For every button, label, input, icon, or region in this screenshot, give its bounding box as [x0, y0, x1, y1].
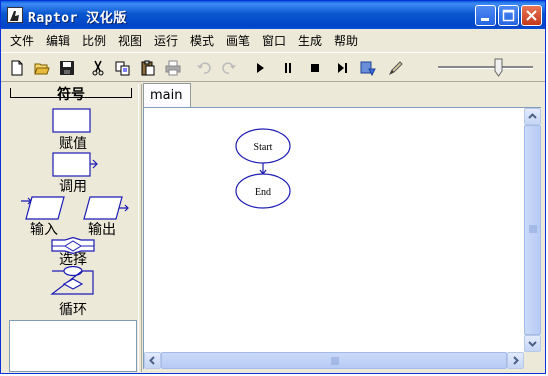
- redo-icon: [222, 62, 236, 74]
- minimize-icon: [481, 18, 489, 21]
- horizontal-scroll-thumb[interactable]: [161, 352, 507, 369]
- output-label: 输出: [88, 222, 116, 238]
- raptor-window: Raptor 汉化版 文件 编辑 比例 视图 运行 模式 画笔 窗口 生成 帮助: [0, 0, 546, 374]
- end-node[interactable]: End: [235, 173, 291, 209]
- vertical-scroll-thumb[interactable]: [524, 125, 541, 335]
- scroll-right-button[interactable]: [507, 352, 524, 369]
- menu-view[interactable]: 视图: [118, 32, 142, 49]
- menu-run[interactable]: 运行: [154, 32, 178, 49]
- chevron-down-icon: [528, 341, 537, 347]
- assignment-symbol[interactable]: [52, 108, 92, 134]
- loop-symbol[interactable]: [50, 266, 96, 298]
- paste-icon: [141, 60, 155, 76]
- cut-icon: [92, 60, 104, 76]
- horizontal-scrollbar[interactable]: [144, 352, 524, 369]
- tab-main[interactable]: main: [143, 83, 191, 107]
- menu-bar: 文件 编辑 比例 视图 运行 模式 画笔 窗口 生成 帮助: [1, 30, 545, 50]
- loop-label: 循环: [59, 302, 87, 318]
- panel-divider[interactable]: [138, 84, 142, 372]
- new-button[interactable]: [6, 57, 28, 79]
- symbols-panel: 符号 赋值 调用 输入 输出 选择 循环: [4, 84, 138, 372]
- menu-generate[interactable]: 生成: [298, 32, 322, 49]
- open-icon: [34, 63, 50, 75]
- maximize-icon: [502, 9, 515, 22]
- copy-icon: [115, 61, 130, 76]
- undo-button[interactable]: [193, 57, 215, 79]
- stop-icon: [311, 64, 319, 72]
- save-button[interactable]: [56, 57, 78, 79]
- scroll-left-button[interactable]: [144, 352, 161, 369]
- cut-button[interactable]: [87, 57, 109, 79]
- pen-icon: [388, 61, 403, 76]
- title-bar[interactable]: Raptor 汉化版: [1, 1, 545, 29]
- vertical-scrollbar[interactable]: [524, 108, 541, 352]
- copy-button[interactable]: [112, 57, 134, 79]
- chevron-left-icon: [149, 356, 155, 365]
- grip-icon: [529, 225, 537, 233]
- menu-file[interactable]: 文件: [10, 32, 34, 49]
- flowchart-diagram: Start End: [235, 128, 291, 209]
- pen-button[interactable]: [385, 57, 407, 79]
- symbols-title: 符号: [57, 87, 85, 103]
- open-button[interactable]: [31, 57, 53, 79]
- redo-button[interactable]: [218, 57, 240, 79]
- input-label: 输入: [30, 222, 58, 238]
- menu-help[interactable]: 帮助: [334, 32, 358, 49]
- menu-edit[interactable]: 编辑: [46, 32, 70, 49]
- symbols-title-rule: [10, 97, 132, 98]
- close-button[interactable]: [521, 5, 542, 26]
- connector-arrow: [259, 163, 267, 175]
- print-icon: [165, 60, 181, 76]
- flowchart-canvas[interactable]: Start End: [143, 107, 541, 369]
- chevron-up-icon: [528, 113, 537, 119]
- step-button[interactable]: [331, 57, 353, 79]
- save-icon: [60, 61, 74, 75]
- scroll-up-button[interactable]: [524, 108, 541, 125]
- zoom-slider-track[interactable]: [438, 66, 533, 69]
- paste-button[interactable]: [137, 57, 159, 79]
- close-icon: [526, 10, 537, 21]
- scroll-down-button[interactable]: [524, 335, 541, 352]
- clear-icon: [360, 61, 376, 76]
- window-title: Raptor 汉化版: [28, 11, 127, 26]
- output-symbol[interactable]: [82, 195, 130, 221]
- stop-button[interactable]: [304, 57, 326, 79]
- grip-icon: [331, 357, 339, 365]
- end-node-label: End: [255, 187, 271, 198]
- assignment-label: 赋值: [59, 136, 87, 152]
- input-symbol[interactable]: [20, 195, 68, 221]
- print-button[interactable]: [162, 57, 184, 79]
- menu-window[interactable]: 窗口: [262, 32, 286, 49]
- call-symbol[interactable]: [52, 152, 102, 178]
- menu-pen[interactable]: 画笔: [226, 32, 250, 49]
- chevron-right-icon: [513, 356, 519, 365]
- call-label: 调用: [59, 179, 87, 195]
- new-icon: [11, 60, 23, 76]
- zoom-slider-thumb[interactable]: [494, 58, 503, 77]
- symbols-rule-right: [131, 88, 132, 98]
- tab-main-label: main: [150, 88, 183, 103]
- step-icon: [338, 63, 347, 73]
- clear-button[interactable]: [357, 57, 379, 79]
- toolbar: [1, 52, 545, 82]
- raptor-app-icon: [7, 7, 23, 23]
- undo-icon: [197, 62, 211, 74]
- watch-window[interactable]: [9, 320, 137, 372]
- start-node[interactable]: Start: [235, 128, 291, 164]
- symbols-rule-left: [10, 88, 11, 98]
- play-button[interactable]: [249, 57, 271, 79]
- scrollbar-corner: [524, 352, 541, 369]
- maximize-button[interactable]: [498, 5, 519, 26]
- minimize-button[interactable]: [475, 5, 496, 26]
- start-node-label: Start: [254, 142, 273, 153]
- menu-scale[interactable]: 比例: [82, 32, 106, 49]
- pause-icon: [285, 63, 291, 73]
- play-icon: [257, 63, 264, 73]
- pause-button[interactable]: [277, 57, 299, 79]
- menu-mode[interactable]: 模式: [190, 32, 214, 49]
